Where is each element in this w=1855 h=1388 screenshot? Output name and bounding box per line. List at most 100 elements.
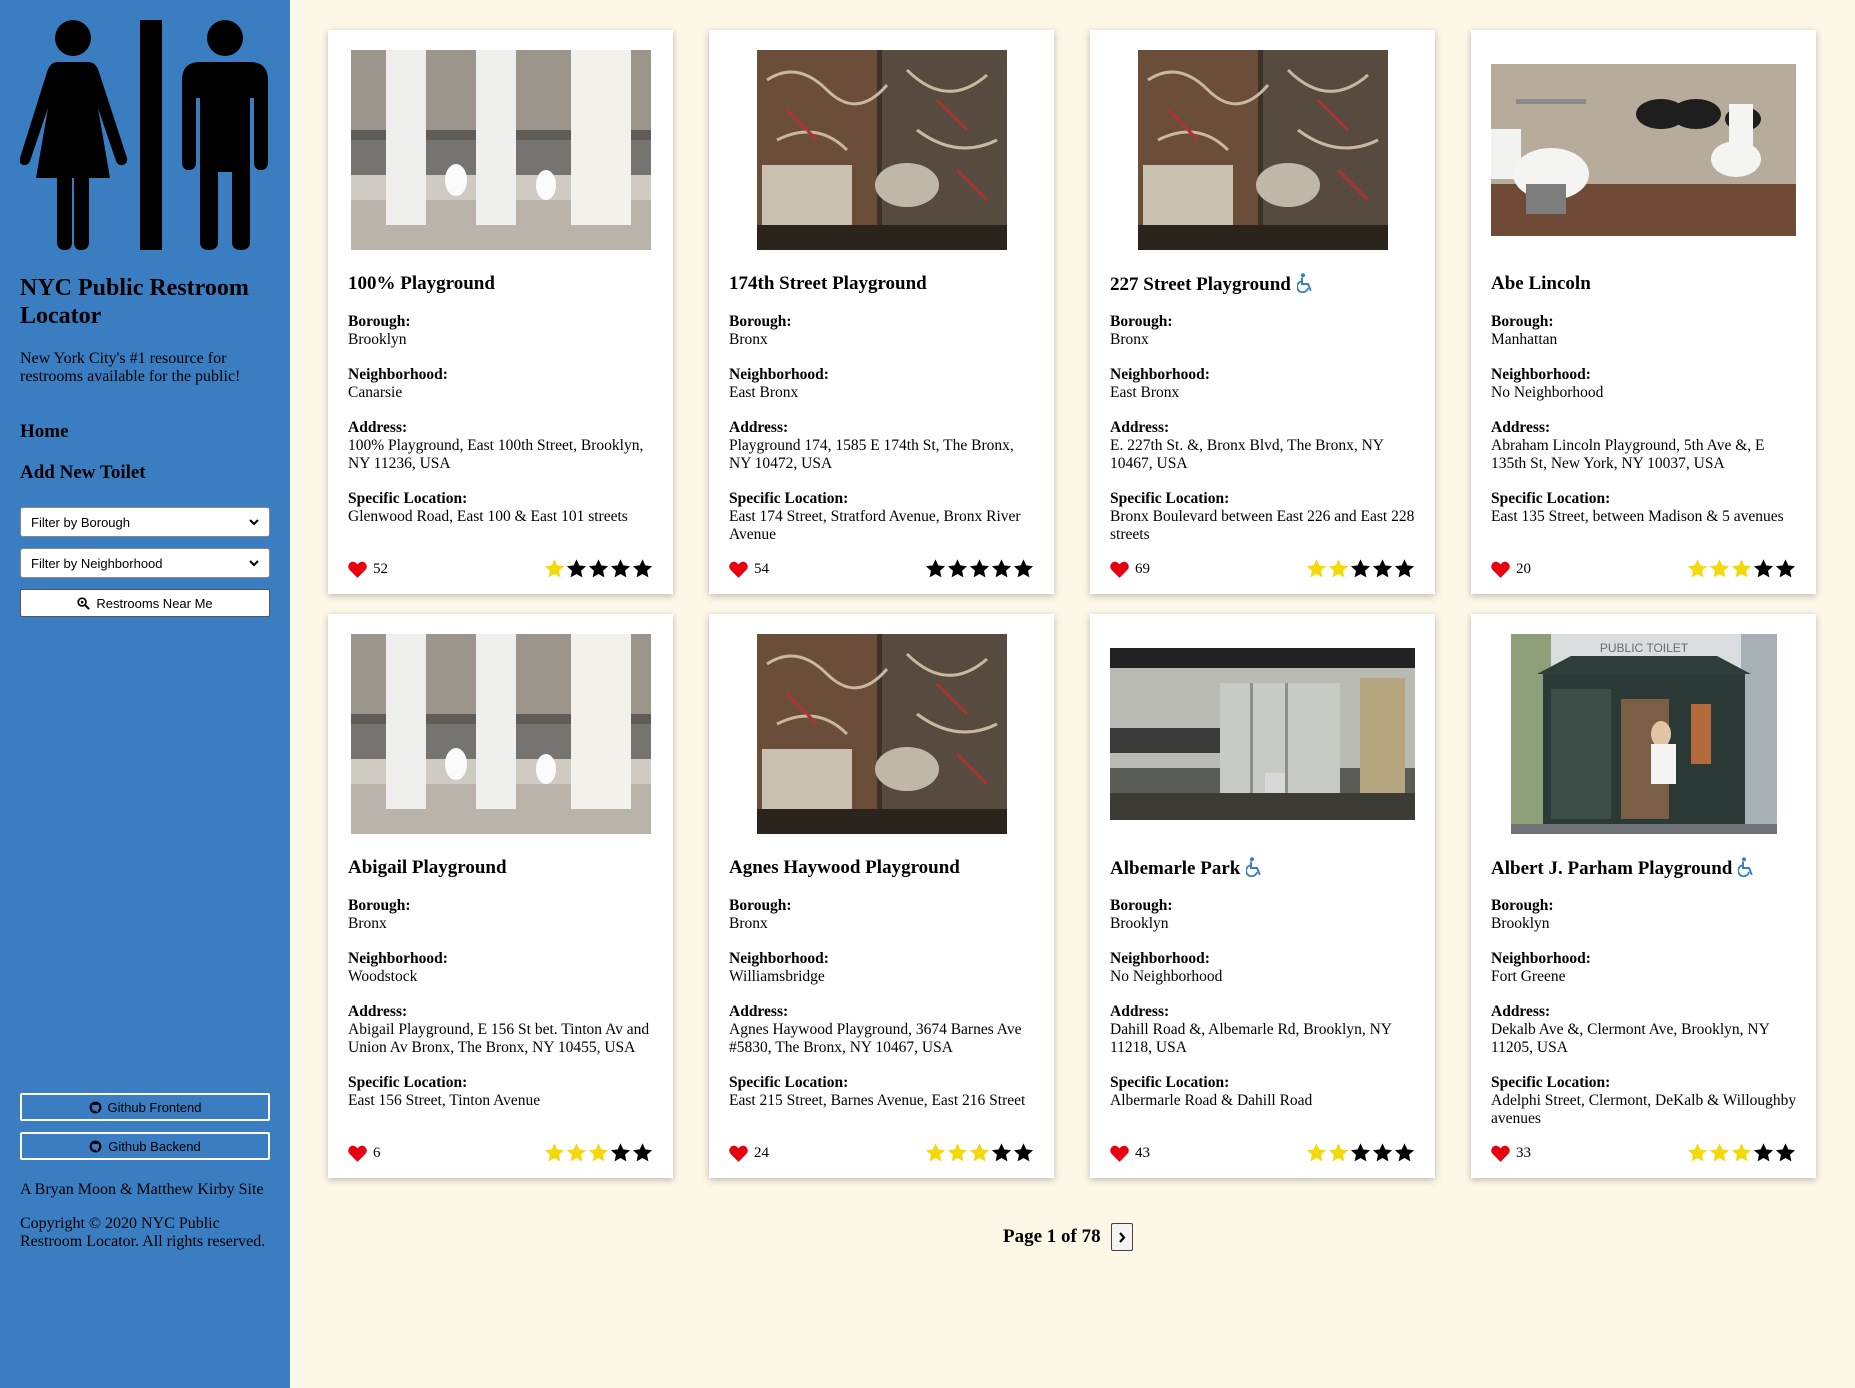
nav-add-new-toilet-link[interactable]: Add New Toilet: [20, 462, 146, 484]
next-page-button[interactable]: [1110, 1223, 1133, 1251]
address-label: Address:: [348, 1003, 408, 1020]
nav-home-link[interactable]: Home: [20, 421, 69, 443]
star-empty-icon[interactable]: [1013, 559, 1034, 579]
star-filled-icon[interactable]: [544, 559, 565, 579]
star-empty-icon[interactable]: [632, 1143, 653, 1163]
star-filled-icon[interactable]: [1731, 559, 1752, 579]
star-filled-icon[interactable]: [1731, 1143, 1752, 1163]
address-value: Playground 174, 1585 E 174th St, The Bro…: [729, 437, 1014, 472]
borough-label: Borough:: [1491, 897, 1554, 914]
restroom-card[interactable]: PUBLIC TOILET Albert J. Parham Playgroun…: [1471, 614, 1816, 1178]
restroom-name: 174th Street Playground: [729, 273, 927, 294]
restroom-name: Agnes Haywood Playground: [729, 857, 960, 878]
star-empty-icon[interactable]: [1775, 559, 1796, 579]
search-location-icon: [77, 596, 91, 610]
star-empty-icon[interactable]: [1350, 559, 1371, 579]
star-empty-icon[interactable]: [610, 559, 631, 579]
star-filled-icon[interactable]: [1306, 559, 1327, 579]
graffiti-icon: [757, 50, 1007, 250]
restroom-card[interactable]: Abigail Playground Borough: Bronx Neighbo…: [328, 614, 673, 1178]
restroom-card[interactable]: 174th Street Playground Borough: Bronx Ne…: [709, 30, 1054, 594]
star-empty-icon[interactable]: [1394, 1143, 1415, 1163]
github-icon: [89, 1140, 102, 1152]
star-empty-icon[interactable]: [1350, 1143, 1371, 1163]
heart-icon: [729, 1145, 748, 1162]
restroom-card[interactable]: Agnes Haywood Playground Borough: Bronx N…: [709, 614, 1054, 1178]
like-button[interactable]: 33: [1491, 1145, 1531, 1162]
star-empty-icon[interactable]: [925, 559, 946, 579]
like-button[interactable]: 69: [1110, 561, 1150, 578]
like-button[interactable]: 6: [348, 1145, 381, 1162]
restroom-card[interactable]: 227 Street Playground Borough: Bronx Neig…: [1090, 30, 1435, 594]
github-icon: [89, 1101, 101, 1113]
star-empty-icon[interactable]: [991, 1143, 1012, 1163]
star-empty-icon[interactable]: [1372, 1143, 1393, 1163]
star-rating[interactable]: [1306, 1143, 1415, 1163]
star-empty-icon[interactable]: [632, 559, 653, 579]
neighborhood-filter-select[interactable]: Filter by Neighborhood: [20, 548, 270, 578]
star-rating[interactable]: [1687, 1143, 1796, 1163]
specific-location-field: Specific Location: East 174 Street, Strat…: [729, 490, 1039, 544]
page-indicator: Page 1 of 78: [1003, 1226, 1101, 1247]
star-empty-icon[interactable]: [1394, 559, 1415, 579]
heart-icon: [729, 561, 748, 578]
star-filled-icon[interactable]: [544, 1143, 565, 1163]
kiosk-icon: PUBLIC TOILET: [1511, 634, 1777, 834]
star-empty-icon[interactable]: [588, 559, 609, 579]
star-rating[interactable]: [1687, 559, 1796, 579]
restrooms-near-me-button[interactable]: Restrooms Near Me: [20, 589, 270, 617]
borough-value: Bronx: [348, 915, 387, 932]
star-filled-icon[interactable]: [1687, 559, 1708, 579]
neighborhood-label: Neighborhood:: [729, 366, 829, 383]
neighborhood-field: Neighborhood: No Neighborhood: [1491, 366, 1801, 402]
star-empty-icon[interactable]: [1753, 559, 1774, 579]
restroom-name: Albemarle Park: [1110, 858, 1241, 879]
star-empty-icon[interactable]: [1753, 1143, 1774, 1163]
restroom-name: Albert J. Parham Playground: [1491, 858, 1733, 879]
star-filled-icon[interactable]: [1328, 559, 1349, 579]
like-button[interactable]: 24: [729, 1145, 769, 1162]
site-credits: A Bryan Moon & Matthew Kirby Site: [20, 1181, 264, 1198]
specific-location-value: East 156 Street, Tinton Avenue: [348, 1092, 541, 1109]
github-frontend-button[interactable]: Github Frontend: [20, 1093, 270, 1121]
star-filled-icon[interactable]: [1709, 1143, 1730, 1163]
star-empty-icon[interactable]: [991, 559, 1012, 579]
like-button[interactable]: 20: [1491, 561, 1531, 578]
chevron-down-icon: [249, 518, 259, 525]
restroom-card[interactable]: Abe Lincoln Borough: Manhattan Neighborho…: [1471, 30, 1816, 594]
star-filled-icon[interactable]: [947, 1143, 968, 1163]
star-empty-icon[interactable]: [610, 1143, 631, 1163]
star-rating[interactable]: [925, 559, 1034, 579]
star-filled-icon[interactable]: [1709, 559, 1730, 579]
github-backend-button[interactable]: Github Backend: [20, 1132, 270, 1160]
star-filled-icon[interactable]: [566, 1143, 587, 1163]
star-rating[interactable]: [1306, 559, 1415, 579]
star-empty-icon[interactable]: [1013, 1143, 1034, 1163]
star-filled-icon[interactable]: [1328, 1143, 1349, 1163]
address-value: Abraham Lincoln Playground, 5th Ave &, E…: [1491, 437, 1765, 472]
star-filled-icon[interactable]: [969, 1143, 990, 1163]
star-empty-icon[interactable]: [947, 559, 968, 579]
restroom-card[interactable]: 100% Playground Borough: Brooklyn Neighbo…: [328, 30, 673, 594]
star-empty-icon[interactable]: [566, 559, 587, 579]
star-filled-icon[interactable]: [1687, 1143, 1708, 1163]
borough-value: Bronx: [729, 915, 768, 932]
borough-filter-select[interactable]: Filter by Borough: [20, 507, 270, 537]
like-button[interactable]: 54: [729, 561, 769, 578]
star-rating[interactable]: [544, 559, 653, 579]
star-empty-icon[interactable]: [1775, 1143, 1796, 1163]
star-filled-icon[interactable]: [925, 1143, 946, 1163]
star-rating[interactable]: [925, 1143, 1034, 1163]
restroom-card[interactable]: Albemarle Park Borough: Brooklyn Neighbor…: [1090, 614, 1435, 1178]
specific-location-label: Specific Location:: [1110, 1074, 1230, 1091]
like-button[interactable]: 43: [1110, 1145, 1150, 1162]
like-button[interactable]: 52: [348, 561, 388, 578]
star-rating[interactable]: [544, 1143, 653, 1163]
star-filled-icon[interactable]: [1306, 1143, 1327, 1163]
star-empty-icon[interactable]: [1372, 559, 1393, 579]
star-empty-icon[interactable]: [969, 559, 990, 579]
specific-location-value: East 135 Street, between Madison & 5 ave…: [1491, 508, 1784, 525]
neighborhood-label: Neighborhood:: [1110, 950, 1210, 967]
star-filled-icon[interactable]: [588, 1143, 609, 1163]
neighborhood-label: Neighborhood:: [348, 366, 448, 383]
